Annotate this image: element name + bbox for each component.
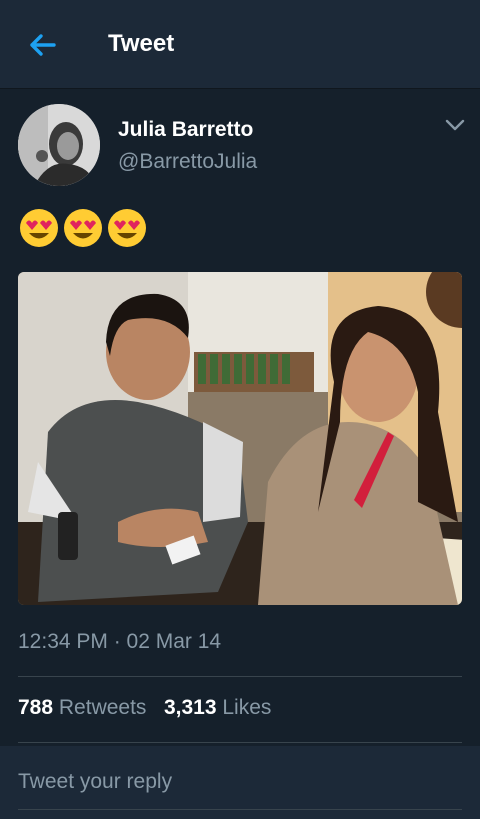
page-title: Tweet: [108, 30, 175, 57]
retweets-stat[interactable]: 788 Retweets: [18, 696, 152, 719]
retweets-label: Retweets: [58, 696, 147, 719]
author-handle[interactable]: @BarrettoJulia: [118, 150, 257, 174]
tweet-stats: 788 Retweets 3,313 Likes: [18, 696, 271, 720]
reply-underline: [18, 809, 462, 810]
heart-eyes-emoji-icon: [108, 209, 146, 247]
heart-eyes-emoji-icon: [20, 209, 58, 247]
tweet-timestamp: 12:34 PM · 02 Mar 14: [18, 630, 222, 653]
author-name[interactable]: Julia Barretto: [118, 118, 253, 142]
divider: [18, 676, 462, 677]
likes-count: 3,313: [163, 696, 217, 719]
tweet-photo[interactable]: [18, 272, 462, 605]
reply-input[interactable]: Tweet your reply: [18, 770, 172, 794]
app-header: Tweet: [0, 0, 480, 89]
likes-label: Likes: [222, 696, 272, 719]
divider: [18, 742, 462, 743]
tweet-text: [18, 207, 148, 251]
retweets-count: 788: [18, 696, 54, 719]
arrow-left-icon[interactable]: [26, 30, 58, 60]
avatar[interactable]: [18, 104, 100, 186]
likes-stat[interactable]: 3,313 Likes: [164, 696, 271, 719]
heart-eyes-emoji-icon: [64, 209, 102, 247]
chevron-down-icon[interactable]: [444, 118, 466, 132]
